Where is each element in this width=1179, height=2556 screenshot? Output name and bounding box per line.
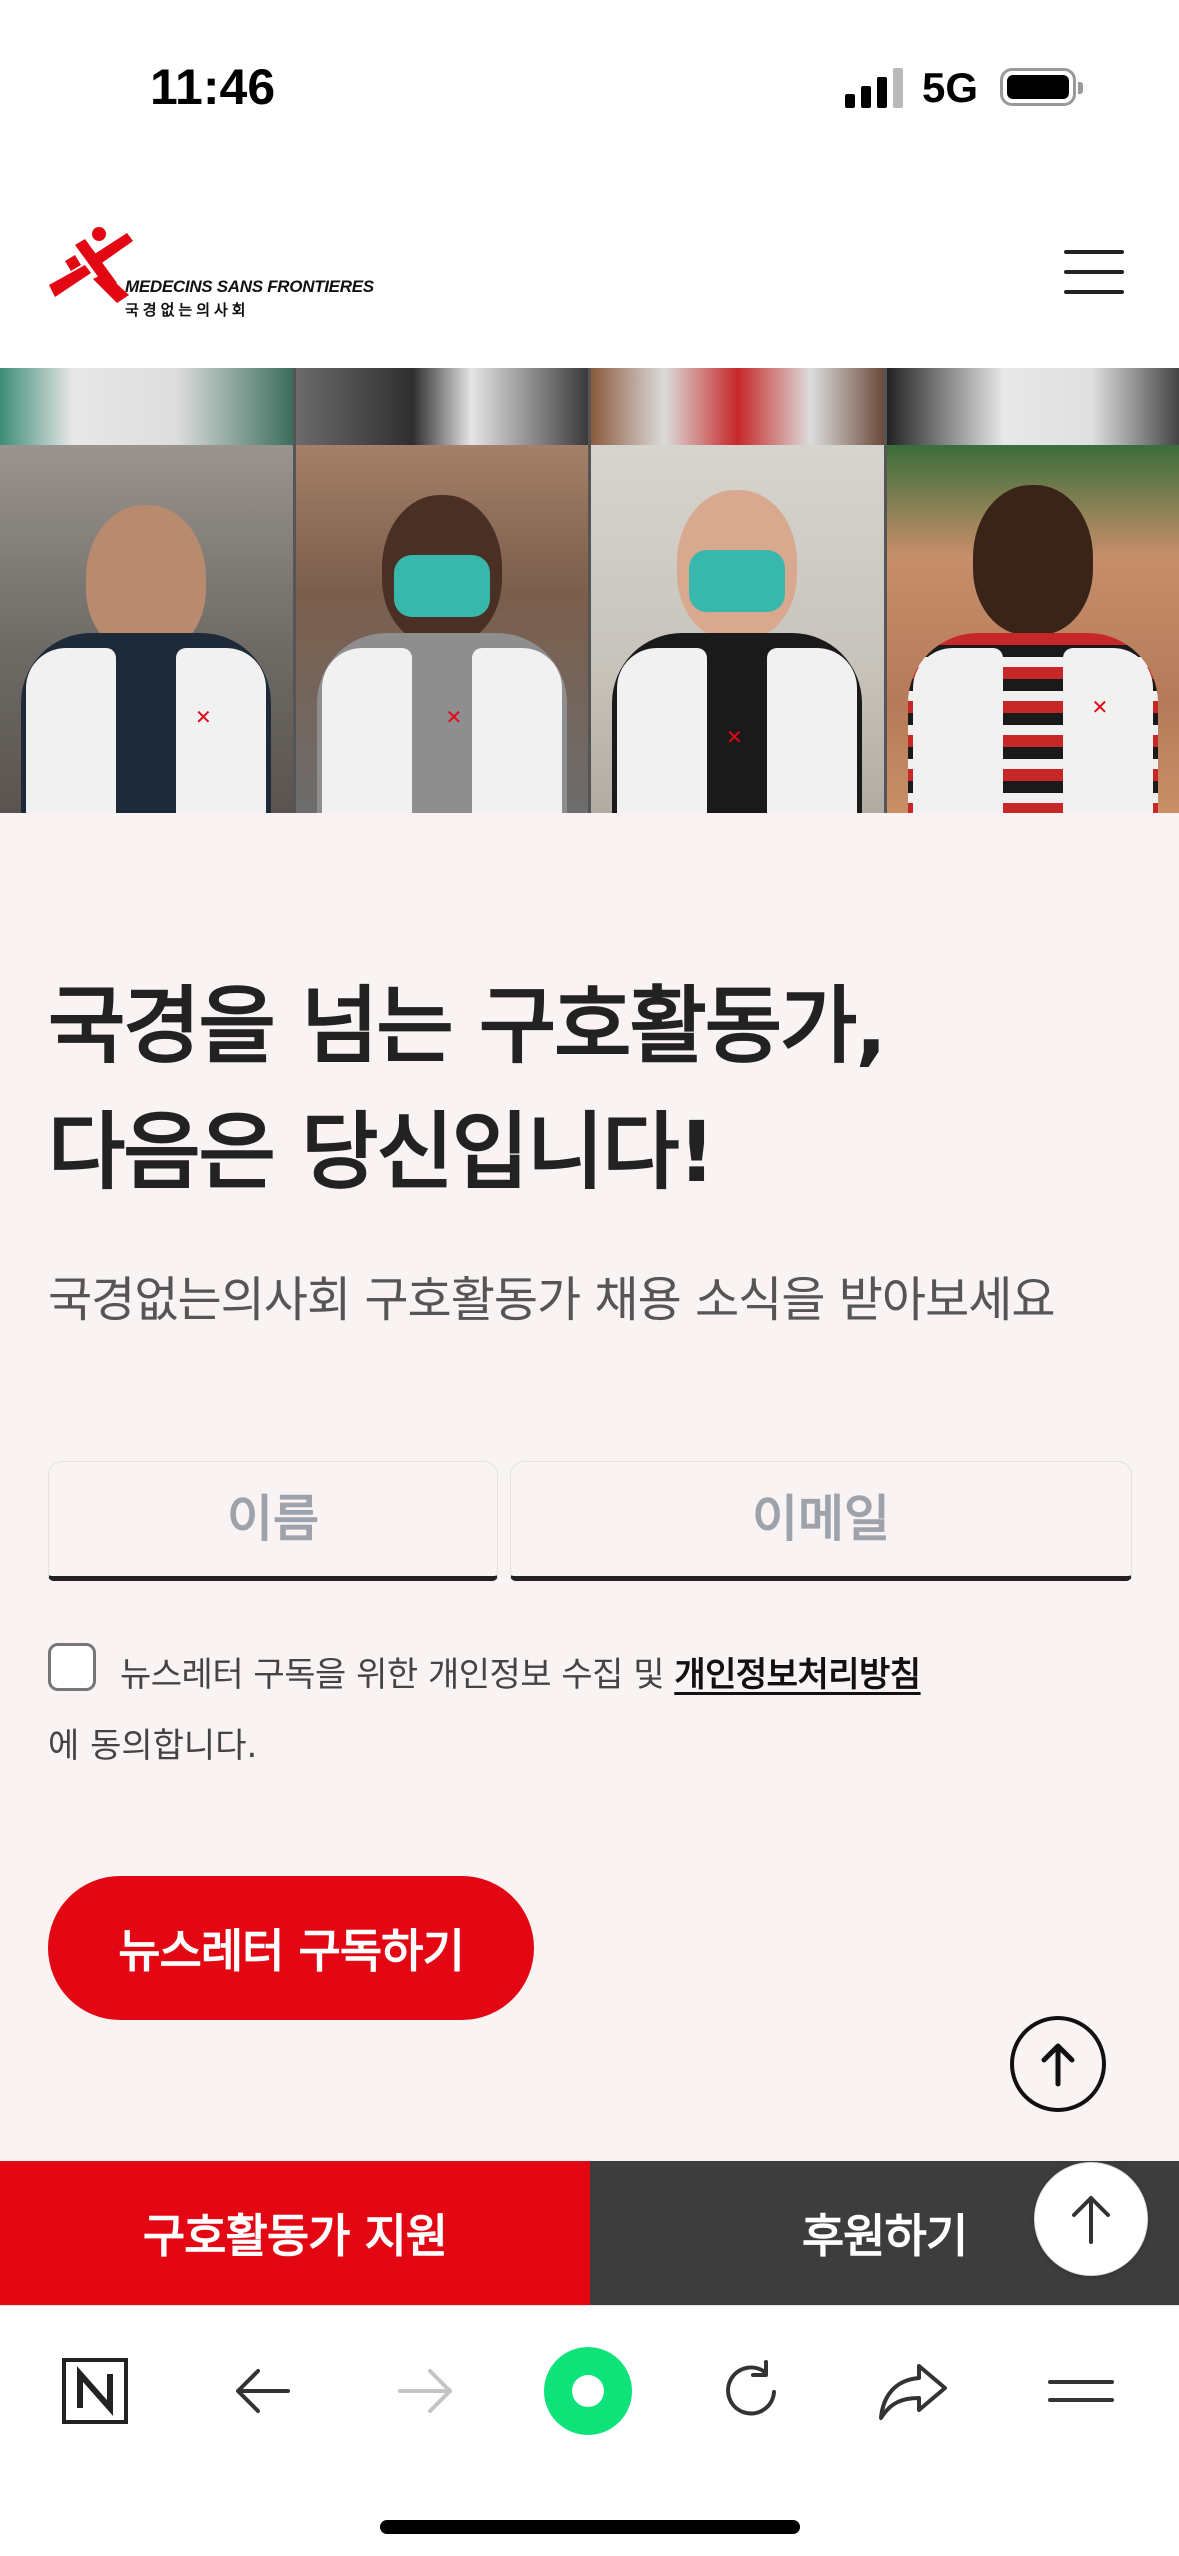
- status-time: 11:46: [150, 59, 276, 115]
- consent-checkbox[interactable]: [48, 1643, 96, 1691]
- back-arrow-icon[interactable]: [218, 2346, 308, 2436]
- refresh-icon[interactable]: [706, 2346, 796, 2436]
- msf-logo-icon: [49, 227, 133, 303]
- privacy-policy-link[interactable]: 개인정보처리방침: [674, 1655, 921, 1695]
- arrow-up-icon: [1072, 2196, 1110, 2244]
- msf-logo[interactable]: MEDECINS SANS FRONTIERES 국경없는의사회: [45, 225, 385, 325]
- portrait-photo-3: ✕: [591, 445, 884, 813]
- forward-arrow-icon[interactable]: [380, 2346, 470, 2436]
- headline-line-2: 다음은 당신입니다!: [48, 1103, 716, 1201]
- headline-line-1: 국경을 넘는 구호활동가,: [48, 977, 887, 1075]
- menu-icon[interactable]: [1036, 2346, 1126, 2436]
- email-input[interactable]: [511, 1462, 1131, 1576]
- battery-icon: [1000, 68, 1083, 106]
- network-label: 5G: [922, 64, 979, 111]
- share-icon[interactable]: [868, 2346, 958, 2436]
- hero-portraits: ✕ ✕ ✕ ✕: [0, 445, 1179, 813]
- consent-text-suffix: 에 동의합니다.: [48, 1726, 258, 1766]
- volunteer-apply-button[interactable]: 구호활동가 지원: [0, 2161, 590, 2305]
- scroll-to-top-button[interactable]: [1010, 2016, 1106, 2112]
- home-indicator: [380, 2520, 800, 2534]
- green-dot-icon[interactable]: [543, 2346, 633, 2436]
- page-scroll-top-button[interactable]: [1034, 2162, 1148, 2276]
- subscribe-button[interactable]: 뉴스레터 구독하기: [48, 1876, 534, 2020]
- page-headline: 국경을 넘는 구호활동가, 다음은 당신입니다!: [48, 963, 1148, 1215]
- signal-icon: [845, 66, 905, 108]
- status-bar: 11:46 5G: [0, 0, 1179, 180]
- name-field-wrapper: [48, 1461, 498, 1581]
- hero-top-strip: [0, 368, 1179, 445]
- portrait-photo-4: ✕: [886, 445, 1179, 813]
- site-header: MEDECINS SANS FRONTIERES 국경없는의사회: [0, 180, 1179, 368]
- hamburger-menu-icon[interactable]: [1064, 250, 1124, 294]
- consent-text: 뉴스레터 구독을 위한 개인정보 수집 및 개인정보처리방침: [120, 1647, 921, 1696]
- bottom-cta-bar: 구호활동가 지원 후원하기: [0, 2161, 1179, 2305]
- arrow-up-icon: [1041, 2043, 1075, 2087]
- portrait-photo-2: ✕: [295, 445, 588, 813]
- page-subline: 국경없는의사회 구호활동가 채용 소식을 받아보세요: [48, 1272, 1056, 1328]
- logo-text-korean: 국경없는의사회: [125, 301, 250, 319]
- hero-photo-grid: ✕ ✕ ✕ ✕: [0, 368, 1179, 813]
- newsletter-section: 국경을 넘는 구호활동가, 다음은 당신입니다! 국경없는의사회 구호활동가 채…: [0, 813, 1179, 2161]
- browser-toolbar: [0, 2305, 1179, 2556]
- logo-text-english: MEDECINS SANS FRONTIERES: [125, 277, 374, 296]
- consent-text-prefix: 뉴스레터 구독을 위한 개인정보 수집 및: [120, 1655, 675, 1695]
- name-input[interactable]: [49, 1462, 497, 1576]
- portrait-photo-1: ✕: [0, 445, 293, 813]
- email-field-wrapper: [510, 1461, 1132, 1581]
- naver-n-icon[interactable]: [50, 2346, 140, 2436]
